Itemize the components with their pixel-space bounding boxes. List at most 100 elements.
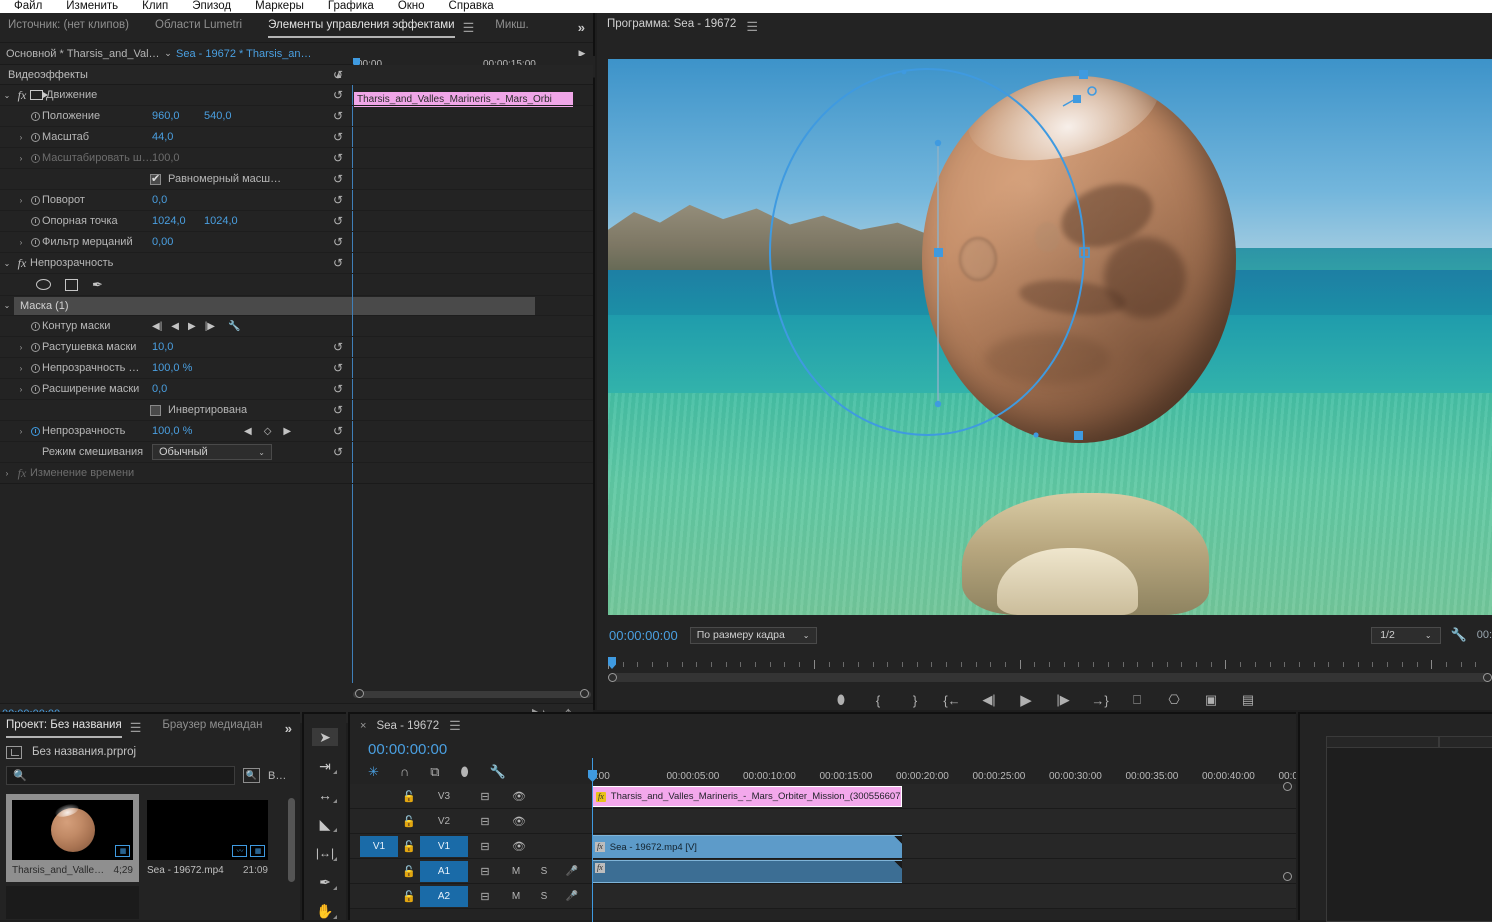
chevron-double-right-icon[interactable]: »	[578, 20, 585, 35]
reset-mask-feather-icon[interactable]: ↺	[333, 341, 345, 353]
opacity-keyframe-nav[interactable]: ◀ ◇ ▶	[244, 426, 291, 437]
reset-mask-expansion-icon[interactable]: ↺	[333, 383, 345, 395]
linked-selection-icon[interactable]: ⧉	[430, 764, 439, 780]
sync-lock-icon-v2[interactable]: ⊟	[468, 815, 502, 828]
track-name-a1[interactable]: A1	[420, 860, 468, 882]
stopwatch-mask-path-icon[interactable]	[28, 320, 42, 332]
property-value-anti-flicker[interactable]: 0,00	[152, 236, 173, 248]
program-monitor-menu-icon[interactable]: ☰	[746, 19, 758, 35]
disclosure-triangle-rotation[interactable]: ›	[14, 196, 28, 205]
nest-sequence-icon[interactable]: ✳	[368, 764, 379, 780]
disclosure-triangle-opacity-value[interactable]: ›	[14, 427, 28, 436]
lock-icon-a1[interactable]: 🔓	[398, 865, 420, 878]
zoom-knob-right[interactable]	[1483, 673, 1492, 682]
sync-lock-icon-a1[interactable]: ⊟	[468, 865, 502, 878]
menu-item-sequence[interactable]: Эпизод	[180, 0, 243, 13]
property-value-rotation[interactable]: 0,0	[152, 194, 167, 206]
stopwatch-anti-flicker-icon[interactable]	[28, 236, 42, 248]
reset-rotation-icon[interactable]: ↺	[333, 194, 345, 206]
project-vertical-scrollbar[interactable]	[288, 798, 295, 882]
source-patch-v3[interactable]	[360, 786, 398, 807]
program-monitor-timecode[interactable]: 00:00:00:00	[609, 628, 678, 643]
pen-tool[interactable]: ✒	[312, 873, 338, 891]
extract-button[interactable]: ⎔	[1165, 692, 1183, 708]
program-monitor-zoom-scrollbar[interactable]	[608, 673, 1492, 682]
reset-scale-icon[interactable]: ↺	[333, 131, 345, 143]
eye-icon-v3[interactable]: 👁	[502, 790, 536, 803]
source-patch-v1[interactable]: V1	[360, 835, 398, 857]
menu-item-clip[interactable]: Клип	[130, 0, 180, 13]
lock-icon-a2[interactable]: 🔓	[398, 890, 420, 903]
effect-group-time-remapping[interactable]: › fx Изменение времени	[0, 463, 593, 484]
mask-header-row[interactable]: ⌄ Маска (1)	[0, 296, 593, 316]
track-body-a2[interactable]	[590, 884, 1296, 908]
prev-keyframe-opacity-icon[interactable]: ◀	[244, 426, 252, 437]
property-row-rotation[interactable]: › Поворот 0,0 ↺	[0, 190, 593, 211]
go-to-out-button[interactable]: →}	[1091, 693, 1109, 708]
blend-mode-dropdown[interactable]: Обычный ⌄	[152, 444, 272, 460]
reset-icon-header[interactable]: ↺	[333, 69, 345, 81]
property-value-opacity[interactable]: 100,0 %	[152, 425, 244, 437]
stopwatch-scale-icon[interactable]	[28, 131, 42, 143]
menu-item-edit[interactable]: Изменить	[54, 0, 130, 13]
stopwatch-mask-opacity-icon[interactable]	[28, 362, 42, 374]
tab-lumetri-scopes[interactable]: Области Lumetri	[155, 19, 242, 37]
step-back-button[interactable]: ◀|	[980, 692, 998, 708]
reset-motion-icon[interactable]: ↺	[333, 89, 345, 101]
next-keyframe-opacity-icon[interactable]: ▶	[283, 426, 291, 437]
sync-lock-icon-a2[interactable]: ⊟	[468, 890, 502, 903]
effect-group-opacity[interactable]: ⌄ fx Непрозрачность ↺	[0, 253, 593, 274]
close-icon[interactable]: ×	[360, 720, 366, 732]
property-row-blend-mode[interactable]: Режим смешивания Обычный ⌄ ↺	[0, 442, 593, 463]
property-row-mask-opacity[interactable]: › Непрозрачность … 100,0 % ↺	[0, 358, 593, 379]
search-input[interactable]	[31, 769, 234, 782]
eye-icon-v2[interactable]: 👁	[502, 815, 536, 828]
property-value-position-y[interactable]: 540,0	[204, 110, 232, 122]
stopwatch-mask-feather-icon[interactable]	[28, 341, 42, 353]
mute-button-a1[interactable]: M	[502, 866, 530, 877]
clip-sea-audio[interactable]: fx	[592, 860, 902, 883]
panel-menu-icon[interactable]: ☰	[463, 20, 475, 36]
tab-program-monitor[interactable]: Программа: Sea - 19672	[607, 18, 736, 36]
program-monitor-ruler[interactable]	[608, 659, 1492, 672]
stopwatch-anchor-point-icon[interactable]	[28, 215, 42, 227]
property-row-anchor-point[interactable]: Опорная точка 1024,0 1024,0 ↺	[0, 211, 593, 232]
button-editor-button[interactable]: ▤	[1239, 692, 1257, 708]
timeline-scroll-knob-bottom[interactable]	[1283, 872, 1292, 881]
reset-position-icon[interactable]: ↺	[333, 110, 345, 122]
search-input-wrapper[interactable]: 🔍	[6, 766, 235, 785]
menu-bar[interactable]: Файл Изменить Клип Эпизод Маркеры График…	[0, 0, 1492, 13]
fit-mode-dropdown[interactable]: По размеру кадра ⌄	[689, 626, 817, 644]
track-select-forward-tool[interactable]: ⇥	[312, 757, 338, 775]
uniform-scale-checkbox[interactable]	[150, 172, 161, 185]
property-row-mask-inverted[interactable]: Инвертирована ↺	[0, 400, 593, 421]
next-frame-icon[interactable]: |▶	[205, 321, 215, 332]
track-name-v3[interactable]: V3	[420, 786, 468, 807]
menu-item-help[interactable]: Справка	[437, 0, 506, 13]
timeline-menu-icon[interactable]: ☰	[449, 718, 461, 734]
disclosure-triangle-scale-width[interactable]: ›	[14, 154, 28, 163]
property-value-mask-opacity[interactable]: 100,0 %	[152, 362, 192, 374]
project-item-mars[interactable]: ▦ Tharsis_and_Valle… 4;29	[6, 794, 139, 882]
mark-in-button[interactable]: {	[869, 693, 887, 708]
disclosure-triangle-opacity[interactable]: ⌄	[0, 259, 14, 268]
add-marker-icon[interactable]: ⬮	[461, 764, 469, 780]
solo-button-a2[interactable]: S	[530, 891, 558, 902]
playback-resolution-dropdown[interactable]: 1/2 ⌄	[1371, 626, 1441, 644]
property-row-mask-feather[interactable]: › Растушевка маски 10,0 ↺	[0, 337, 593, 358]
source-patch-v2[interactable]	[360, 811, 398, 832]
eye-icon-v1[interactable]: 👁	[502, 840, 536, 853]
stopwatch-opacity-icon[interactable]	[28, 425, 42, 437]
chevron-double-right-icon-project[interactable]: »	[285, 721, 292, 736]
tab-media-browser[interactable]: Браузер медиадан	[162, 719, 262, 737]
property-value-scale[interactable]: 44,0	[152, 131, 173, 143]
stopwatch-mask-expansion-icon[interactable]	[28, 383, 42, 395]
track-body-v3[interactable]: fx Tharsis_and_Valles_Marineris_-_Mars_O…	[590, 784, 1296, 808]
prev-frame-icon[interactable]: ◀|	[152, 321, 162, 332]
reset-anchor-point-icon[interactable]: ↺	[333, 215, 345, 227]
property-row-anti-flicker[interactable]: › Фильтр мерцаний 0,00 ↺	[0, 232, 593, 253]
tab-project[interactable]: Проект: Без названия	[6, 719, 122, 738]
property-value-mask-feather[interactable]: 10,0	[152, 341, 173, 353]
menu-item-graphics[interactable]: Графика	[316, 0, 386, 13]
clip-tharsis-mars[interactable]: fx Tharsis_and_Valles_Marineris_-_Mars_O…	[592, 786, 902, 807]
